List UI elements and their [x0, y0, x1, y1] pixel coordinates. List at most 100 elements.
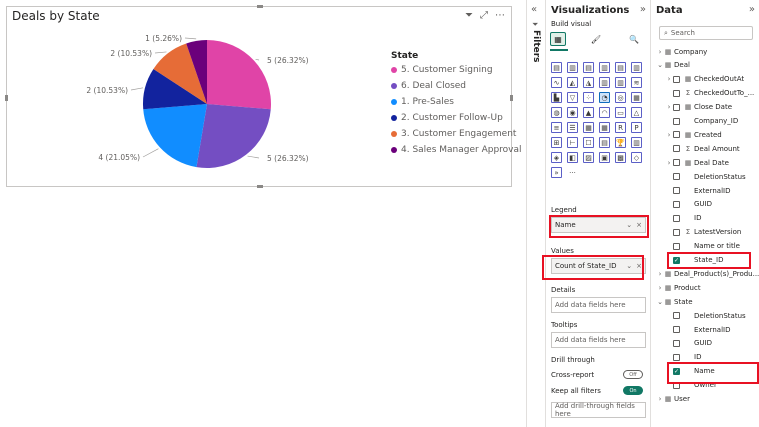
- analytics-tab-icon[interactable]: 🔍: [626, 32, 642, 46]
- gauge-icon[interactable]: ◠: [599, 107, 610, 118]
- field-checkbox[interactable]: ✓: [673, 256, 680, 264]
- legend-item[interactable]: 1. Pre-Sales: [391, 97, 454, 107]
- filters-label[interactable]: Filters: [531, 30, 541, 63]
- field-checkbox[interactable]: [673, 381, 680, 389]
- legend-item[interactable]: 4. Sales Manager Approval: [391, 145, 522, 155]
- chevron-right-icon[interactable]: ›: [656, 395, 664, 403]
- pie-slice[interactable]: [196, 104, 271, 169]
- field-checkbox[interactable]: [673, 200, 680, 208]
- field-item[interactable]: DeletionStatus: [665, 309, 746, 322]
- image-visual-icon[interactable]: ▩: [615, 152, 626, 163]
- 100-stacked-bar-chart-icon[interactable]: ▤: [615, 62, 626, 73]
- remove-field-icon[interactable]: ×: [636, 221, 642, 229]
- chevron-right-icon[interactable]: ›: [656, 48, 664, 56]
- pie-chart-visual[interactable]: Deals by State ⏷ ⤢ ⋯ 5 (26.32%) 5 (26.32%…: [5, 5, 522, 188]
- power-automate-icon[interactable]: ▨: [583, 152, 594, 163]
- table-node[interactable]: › ▦ Deal_Product(s)_Produ...: [656, 267, 759, 280]
- chevron-visual-icon[interactable]: »: [551, 167, 562, 178]
- field-checkbox[interactable]: [673, 75, 680, 83]
- details-drop-zone[interactable]: Add data fields here: [551, 297, 646, 313]
- clustered-column-chart-icon[interactable]: ▥: [599, 62, 610, 73]
- field-checkbox[interactable]: [673, 339, 680, 347]
- legend-item[interactable]: 3. Customer Engagement: [391, 129, 516, 139]
- field-item[interactable]: › ▦ Deal Date: [665, 156, 729, 169]
- field-checkbox[interactable]: [673, 242, 680, 250]
- scatter-chart-icon[interactable]: ⁘: [583, 92, 594, 103]
- line-column-chart-icon[interactable]: ▥: [599, 77, 610, 88]
- field-checkbox[interactable]: [673, 103, 680, 111]
- format-visual-tab-icon[interactable]: 🖌: [588, 32, 604, 46]
- qa-icon[interactable]: ☐: [583, 137, 594, 148]
- table-node[interactable]: ⌄ ▦ Deal: [656, 59, 690, 72]
- metrics-icon[interactable]: ▣: [599, 152, 610, 163]
- drill-through-drop-zone[interactable]: Add drill-through fields here: [551, 402, 646, 418]
- donut-chart-icon[interactable]: ◎: [615, 92, 626, 103]
- decomposition-tree-icon[interactable]: ⊢: [567, 137, 578, 148]
- map-icon[interactable]: ◍: [551, 107, 562, 118]
- line-chart-icon[interactable]: ∿: [551, 77, 562, 88]
- field-checkbox[interactable]: [673, 312, 680, 320]
- field-item[interactable]: GUID: [665, 198, 712, 211]
- field-item[interactable]: ExternalID: [665, 323, 731, 336]
- legend-item[interactable]: 2. Customer Follow-Up: [391, 113, 503, 123]
- line-stacked-column-chart-icon[interactable]: ▥: [615, 77, 626, 88]
- ribbon-chart-icon[interactable]: ≋: [631, 77, 642, 88]
- field-checkbox[interactable]: [673, 214, 680, 222]
- field-checkbox[interactable]: [673, 117, 680, 125]
- field-item[interactable]: Σ CheckedOutTo_...: [665, 87, 754, 100]
- card-icon[interactable]: ▭: [615, 107, 626, 118]
- pie-slice[interactable]: [143, 104, 207, 168]
- chevron-right-icon[interactable]: ›: [656, 284, 664, 292]
- keep-filters-toggle[interactable]: On: [623, 386, 643, 395]
- field-item[interactable]: Σ Deal Amount: [665, 142, 740, 155]
- waterfall-chart-icon[interactable]: ▙: [551, 92, 562, 103]
- field-checkbox[interactable]: [673, 173, 680, 181]
- diamond-visual-icon[interactable]: ◇: [631, 152, 642, 163]
- table-node[interactable]: › ▦ Company: [656, 45, 708, 58]
- collapse-data-icon[interactable]: »: [749, 4, 755, 15]
- field-checkbox[interactable]: [673, 159, 680, 167]
- chevron-right-icon[interactable]: ›: [665, 159, 673, 167]
- field-checkbox[interactable]: [673, 326, 680, 333]
- chevron-right-icon[interactable]: ›: [665, 103, 673, 111]
- stacked-column-chart-icon[interactable]: ▥: [567, 62, 578, 73]
- legend-field-pill[interactable]: Name ⌄ ×: [551, 217, 646, 233]
- filled-map-icon[interactable]: ◉: [567, 107, 578, 118]
- stacked-area-chart-icon[interactable]: ◮: [583, 77, 594, 88]
- multi-row-card-icon[interactable]: ≡: [551, 122, 562, 133]
- field-checkbox[interactable]: [673, 228, 680, 236]
- field-checkbox[interactable]: ✓: [673, 367, 680, 375]
- values-field-pill[interactable]: Count of State_ID ⌄ ×: [551, 258, 646, 274]
- field-item[interactable]: ✓ Name: [665, 365, 715, 378]
- field-item[interactable]: DeletionStatus: [665, 170, 746, 183]
- field-item[interactable]: ID: [665, 351, 701, 364]
- smart-narrative-icon[interactable]: ▤: [599, 137, 610, 148]
- matrix-icon[interactable]: ▦: [599, 122, 610, 133]
- field-item[interactable]: Name or title: [665, 240, 740, 253]
- field-item[interactable]: Company_ID: [665, 115, 738, 128]
- tooltips-drop-zone[interactable]: Add data fields here: [551, 332, 646, 348]
- field-item[interactable]: › ▦ CheckedOutAt: [665, 73, 745, 86]
- field-item[interactable]: Σ LatestVersion: [665, 226, 741, 239]
- funnel-chart-icon[interactable]: ▽: [567, 92, 578, 103]
- pie-slice[interactable]: [207, 40, 271, 110]
- field-item[interactable]: ✓ State_ID: [665, 254, 723, 267]
- chevron-down-icon[interactable]: ⌄: [656, 298, 664, 306]
- area-chart-icon[interactable]: ◭: [567, 77, 578, 88]
- table-node[interactable]: › ▦ User: [656, 393, 690, 406]
- table-icon[interactable]: ▦: [583, 122, 594, 133]
- stacked-bar-chart-icon[interactable]: ▤: [551, 62, 562, 73]
- collapse-visualizations-icon[interactable]: »: [640, 4, 646, 15]
- clustered-bar-chart-icon[interactable]: ▤: [583, 62, 594, 73]
- 100-stacked-column-chart-icon[interactable]: ▥: [631, 62, 642, 73]
- field-item[interactable]: › ▦ Close Date: [665, 101, 732, 114]
- kpi-icon[interactable]: △: [631, 107, 642, 118]
- field-item[interactable]: ID: [665, 212, 701, 225]
- expand-filters-icon[interactable]: «: [531, 4, 537, 15]
- slicer-icon[interactable]: ☰: [567, 122, 578, 133]
- field-checkbox[interactable]: [673, 145, 680, 153]
- chevron-down-icon[interactable]: ⌄: [656, 61, 664, 69]
- search-input[interactable]: ⌕ Search: [659, 26, 753, 40]
- field-checkbox[interactable]: [673, 131, 680, 139]
- legend-item[interactable]: 5. Customer Signing: [391, 65, 493, 75]
